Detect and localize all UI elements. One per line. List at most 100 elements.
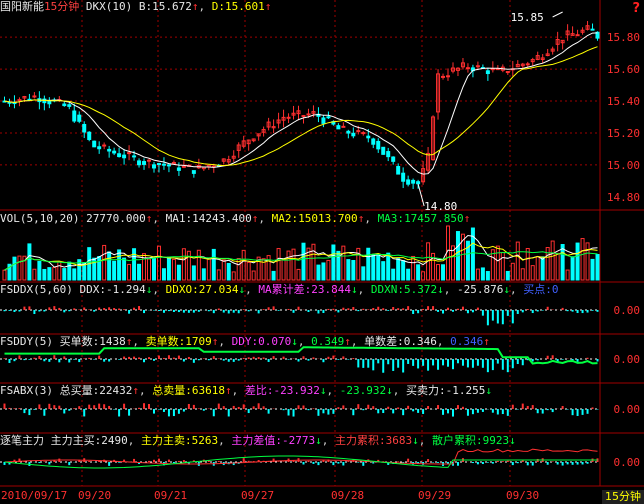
indicator-bar: [73, 308, 76, 310]
indicator-bar: [217, 308, 220, 310]
candle-body: [191, 170, 196, 174]
indicator-bar: [118, 359, 121, 360]
indicator-bar: [501, 359, 504, 370]
indicator-bar: [481, 310, 484, 316]
buy-count-label: 买单数:: [59, 335, 100, 348]
indicator-bar: [521, 359, 524, 366]
indicator-bar: [531, 310, 534, 314]
fsddy-label: FSDDY(5): [0, 335, 53, 348]
indicator-bar: [272, 306, 275, 310]
indicator-bar: [287, 308, 290, 310]
indicator-bar: [427, 459, 430, 462]
candle-body: [92, 140, 97, 148]
indicator-bar: [98, 403, 101, 409]
indicator-bar: [596, 359, 599, 362]
volume-bar: [171, 258, 176, 281]
indicator-bar: [262, 357, 265, 359]
indicator-bar: [8, 359, 11, 363]
indicator-bar: [148, 357, 151, 359]
chart-canvas[interactable]: 15.8514.8015.8015.6015.4015.2015.0014.80…: [0, 0, 644, 504]
indicator-bar: [128, 409, 131, 416]
volume-bar: [326, 259, 331, 281]
indicator-bar: [561, 405, 564, 409]
candle-body: [17, 99, 22, 102]
indicator-bar: [382, 409, 385, 414]
volume-bar: [416, 264, 421, 281]
indicator-bar: [501, 461, 504, 462]
volume-bar: [351, 260, 356, 281]
indicator-bar: [382, 359, 385, 373]
indicator-bar: [98, 307, 101, 310]
indicator-bar: [13, 359, 16, 362]
candle-body: [117, 153, 122, 158]
help-icon[interactable]: ?: [632, 1, 640, 16]
indicator-bar: [282, 409, 285, 411]
indicator-bar: [187, 403, 190, 409]
indicator-bar: [247, 409, 250, 414]
indicator-bar: [586, 357, 589, 359]
indicator-bar: [576, 359, 579, 362]
down-arrow-icon: ↓: [509, 434, 516, 447]
indicator-bar: [442, 359, 445, 366]
indicator-bar: [242, 458, 245, 462]
main-buy-value: 2490: [101, 434, 128, 447]
candle-body: [87, 131, 92, 140]
volume-bar: [112, 260, 117, 281]
indicator-bar: [192, 359, 195, 363]
volume-bar: [411, 255, 416, 281]
fsabx-panel-header: FSABX(3) 总买量:22432↑, 总卖量:63618↑, 差比:-23.…: [0, 384, 492, 397]
indicator-bar: [103, 359, 106, 362]
timeframe-selector[interactable]: 15分钟: [602, 490, 644, 504]
indicator-bar: [143, 359, 146, 363]
candle-body: [112, 150, 117, 154]
volume-bar: [102, 244, 107, 281]
candle-body: [490, 68, 495, 71]
sell-count-value: 1709: [185, 335, 212, 348]
indicator-bar: [471, 462, 474, 464]
indicator-bar: [397, 407, 400, 409]
indicator-bar: [337, 407, 340, 409]
candle-body: [366, 135, 371, 139]
indicator-bar: [182, 359, 185, 362]
force-value: -1.255: [445, 384, 486, 397]
down-arrow-icon: ↓: [485, 384, 492, 397]
indicator-bar: [28, 359, 31, 360]
volume-bar: [206, 257, 211, 281]
indicator-bar: [162, 310, 165, 313]
indicator-bar: [412, 310, 415, 314]
indicator-bar: [546, 306, 549, 310]
indicator-bar: [476, 409, 479, 413]
indicator-bar: [382, 308, 385, 310]
indicator-bar: [113, 409, 116, 410]
indicator-bar: [123, 356, 126, 359]
indicator-bar: [337, 310, 340, 313]
indicator-bar: [422, 359, 425, 366]
indicator-bar: [526, 405, 529, 409]
candle-body: [361, 132, 366, 135]
candle-body: [161, 163, 166, 166]
indicator-bar: [317, 409, 320, 416]
indicator-bar: [262, 406, 265, 409]
indicator-bar: [516, 409, 519, 410]
ddy-label: DDY:: [231, 335, 259, 348]
indicator-bar: [3, 310, 6, 312]
volume-bar: [311, 243, 316, 281]
indicator-bar: [8, 310, 11, 311]
volume-bar: [475, 268, 480, 281]
up-arrow-icon: ↑: [191, 0, 199, 13]
indicator-bar: [541, 409, 544, 414]
indicator-bar: [591, 310, 594, 311]
volume-bar: [181, 248, 186, 281]
dkx-line: [4, 32, 598, 175]
indicator-bar: [546, 355, 549, 359]
indicator-bar: [451, 359, 454, 370]
indicator-bar: [53, 306, 56, 310]
indicator-bar: [108, 405, 111, 409]
indicator-bar: [148, 403, 151, 409]
indicator-bar: [227, 409, 230, 417]
volume-bar: [530, 265, 535, 281]
indicator-bar: [23, 359, 26, 361]
indicator-bar: [252, 406, 255, 409]
indicator-bar: [103, 404, 106, 409]
indicator-bar: [118, 409, 121, 417]
